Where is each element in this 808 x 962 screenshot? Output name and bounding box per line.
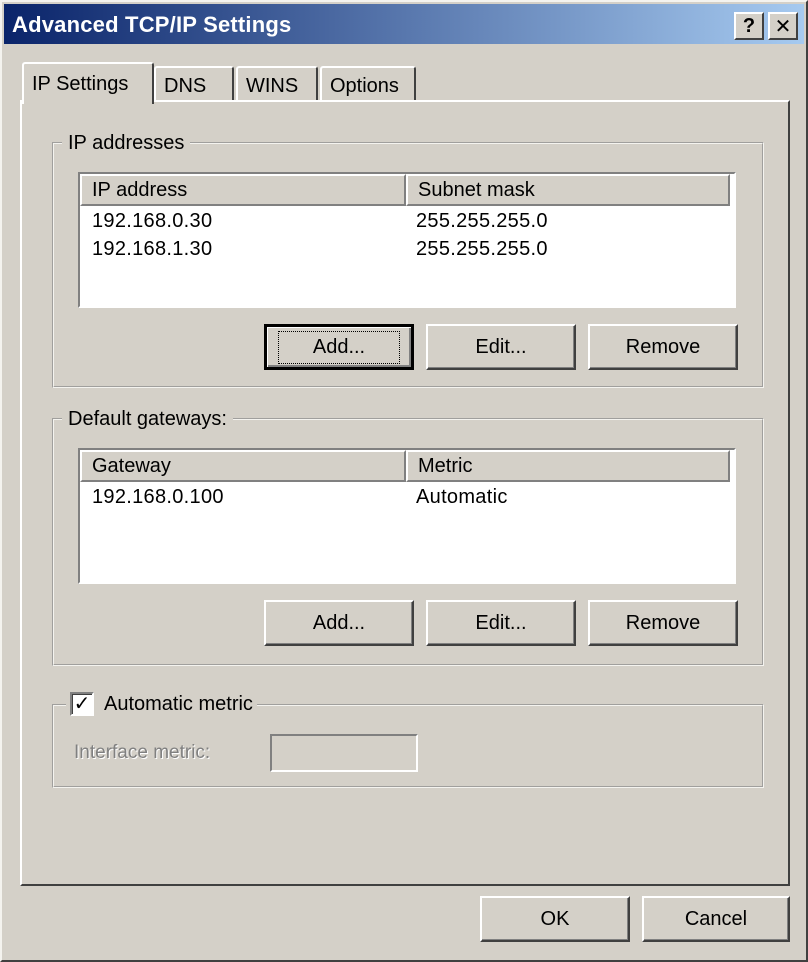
edit-ip-address-button[interactable]: Edit... bbox=[426, 324, 576, 370]
automatic-metric-label: Automatic metric bbox=[104, 692, 253, 715]
ip-address-cell: 192.168.0.30 bbox=[92, 210, 213, 232]
list-item[interactable]: 192.168.0.100 Automatic bbox=[80, 486, 730, 514]
subnet-mask-cell: 255.255.255.0 bbox=[416, 210, 548, 232]
add-ip-address-button[interactable]: Add... bbox=[264, 324, 414, 370]
interface-metric-input bbox=[270, 734, 418, 772]
list-header: Gateway Metric bbox=[80, 450, 734, 482]
remove-ip-address-button[interactable]: Remove bbox=[588, 324, 738, 370]
cancel-button[interactable]: Cancel bbox=[642, 896, 790, 942]
column-header-subnet-mask[interactable]: Subnet mask bbox=[406, 174, 730, 206]
tab-label: Options bbox=[330, 74, 399, 97]
ip-addresses-label: IP addresses bbox=[62, 132, 191, 155]
ip-address-cell: 192.168.1.30 bbox=[92, 238, 213, 260]
automatic-metric-option[interactable]: ✓ Automatic metric bbox=[66, 692, 257, 716]
edit-gateway-button[interactable]: Edit... bbox=[426, 600, 576, 646]
ok-button[interactable]: OK bbox=[480, 896, 630, 942]
list-item[interactable]: 192.168.1.30 255.255.255.0 bbox=[80, 238, 730, 266]
default-gateways-label: Default gateways: bbox=[62, 408, 233, 431]
tab-label: IP Settings bbox=[32, 72, 129, 95]
list-header: IP address Subnet mask bbox=[80, 174, 734, 206]
close-icon[interactable]: ✕ bbox=[768, 12, 798, 40]
tab-label: DNS bbox=[164, 74, 207, 97]
column-header-ip-address[interactable]: IP address bbox=[80, 174, 406, 206]
tab-label: WINS bbox=[246, 74, 299, 97]
advanced-tcpip-settings-dialog: Advanced TCP/IP Settings ? ✕ IP Settings… bbox=[0, 0, 808, 962]
automatic-metric-checkbox[interactable]: ✓ bbox=[70, 692, 94, 716]
help-icon[interactable]: ? bbox=[734, 12, 764, 40]
column-header-metric[interactable]: Metric bbox=[406, 450, 730, 482]
list-item[interactable]: 192.168.0.30 255.255.255.0 bbox=[80, 210, 730, 238]
default-gateways-list[interactable]: Gateway Metric 192.168.0.100 Automatic bbox=[78, 448, 736, 584]
column-header-gateway[interactable]: Gateway bbox=[80, 450, 406, 482]
tab-options[interactable]: Options bbox=[320, 66, 416, 104]
tab-dns[interactable]: DNS bbox=[154, 66, 234, 104]
remove-gateway-button[interactable]: Remove bbox=[588, 600, 738, 646]
ip-addresses-list[interactable]: IP address Subnet mask 192.168.0.30 255.… bbox=[78, 172, 736, 308]
tab-wins[interactable]: WINS bbox=[236, 66, 318, 104]
add-gateway-button[interactable]: Add... bbox=[264, 600, 414, 646]
subnet-mask-cell: 255.255.255.0 bbox=[416, 238, 548, 260]
gateway-cell: 192.168.0.100 bbox=[92, 486, 224, 508]
ip-settings-panel: IP addresses IP address Subnet mask 192.… bbox=[20, 100, 790, 886]
title-bar[interactable]: Advanced TCP/IP Settings ? ✕ bbox=[4, 4, 804, 44]
window-title: Advanced TCP/IP Settings bbox=[12, 12, 292, 37]
button-label: Add... bbox=[277, 330, 401, 364]
metric-cell: Automatic bbox=[416, 486, 508, 508]
tab-ip-settings[interactable]: IP Settings bbox=[22, 62, 154, 104]
interface-metric-label: Interface metric: bbox=[74, 742, 211, 763]
